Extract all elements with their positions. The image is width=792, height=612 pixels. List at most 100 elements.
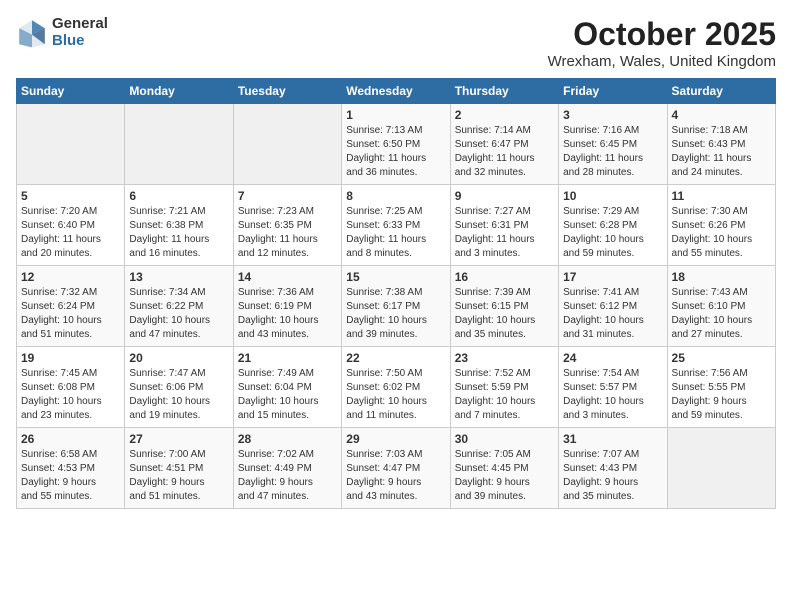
calendar-table: SundayMondayTuesdayWednesdayThursdayFrid… (16, 78, 776, 509)
day-info: Sunrise: 7:36 AM Sunset: 6:19 PM Dayligh… (238, 286, 337, 342)
day-number: 5 (21, 189, 120, 203)
day-info: Sunrise: 6:58 AM Sunset: 4:53 PM Dayligh… (21, 448, 120, 504)
calendar-cell (233, 104, 341, 185)
day-info: Sunrise: 7:00 AM Sunset: 4:51 PM Dayligh… (129, 448, 228, 504)
day-info: Sunrise: 7:38 AM Sunset: 6:17 PM Dayligh… (346, 286, 445, 342)
calendar-cell: 11Sunrise: 7:30 AM Sunset: 6:26 PM Dayli… (667, 185, 775, 266)
day-number: 13 (129, 270, 228, 284)
day-number: 20 (129, 351, 228, 365)
calendar-cell: 4 Sunrise: 7:18 AM Sunset: 6:43 PM Daylig… (667, 104, 775, 185)
day-info: Sunrise: 7:54 AM Sunset: 5:57 PM Dayligh… (563, 367, 662, 423)
day-number: 17 (563, 270, 662, 284)
day-info: Sunrise: 7:52 AM Sunset: 5:59 PM Dayligh… (455, 367, 554, 423)
calendar-cell: 25 Sunrise: 7:56 AM Sunset: 5:55 PM Dayli… (667, 347, 775, 428)
day-number: 26 (21, 432, 120, 446)
calendar-cell: 21 Sunrise: 7:49 AM Sunset: 6:04 PM Dayli… (233, 347, 341, 428)
day-info: Sunrise: 7:32 AM Sunset: 6:24 PM Dayligh… (21, 286, 120, 342)
day-number: 21 (238, 351, 337, 365)
day-info: Sunrise: 7:23 AM Sunset: 6:35 PM Dayligh… (238, 205, 337, 261)
day-number: 22 (346, 351, 445, 365)
day-number: 31 (563, 432, 662, 446)
calendar-cell: 10Sunrise: 7:29 AM Sunset: 6:28 PM Dayli… (559, 185, 667, 266)
calendar-cell: 16 Sunrise: 7:39 AM Sunset: 6:15 PM Dayli… (450, 266, 558, 347)
calendar-cell (125, 104, 233, 185)
day-info: Sunrise: 7:16 AM Sunset: 6:45 PM Dayligh… (563, 124, 662, 180)
calendar-week-5: 26 Sunrise: 6:58 AM Sunset: 4:53 PM Dayli… (17, 428, 776, 509)
day-info: Sunrise: 7:41 AM Sunset: 6:12 PM Dayligh… (563, 286, 662, 342)
calendar-cell: 22Sunrise: 7:50 AM Sunset: 6:02 PM Dayli… (342, 347, 450, 428)
day-number: 10 (563, 189, 662, 203)
calendar-cell: 24 Sunrise: 7:54 AM Sunset: 5:57 PM Dayli… (559, 347, 667, 428)
day-number: 25 (672, 351, 771, 365)
day-number: 9 (455, 189, 554, 203)
day-number: 4 (672, 108, 771, 122)
calendar-cell: 26 Sunrise: 6:58 AM Sunset: 4:53 PM Dayli… (17, 428, 125, 509)
calendar-cell: 7Sunrise: 7:23 AM Sunset: 6:35 PM Daylig… (233, 185, 341, 266)
day-number: 29 (346, 432, 445, 446)
calendar-cell: 5 Sunrise: 7:20 AM Sunset: 6:40 PM Daylig… (17, 185, 125, 266)
logo: General Blue (16, 16, 108, 49)
day-info: Sunrise: 7:20 AM Sunset: 6:40 PM Dayligh… (21, 205, 120, 261)
day-info: Sunrise: 7:49 AM Sunset: 6:04 PM Dayligh… (238, 367, 337, 423)
day-info: Sunrise: 7:34 AM Sunset: 6:22 PM Dayligh… (129, 286, 228, 342)
calendar-cell: 20Sunrise: 7:47 AM Sunset: 6:06 PM Dayli… (125, 347, 233, 428)
calendar-week-2: 5 Sunrise: 7:20 AM Sunset: 6:40 PM Daylig… (17, 185, 776, 266)
day-number: 16 (455, 270, 554, 284)
day-number: 6 (129, 189, 228, 203)
calendar-cell: 17 Sunrise: 7:41 AM Sunset: 6:12 PM Dayli… (559, 266, 667, 347)
column-header-wednesday: Wednesday (342, 79, 450, 104)
calendar-cell: 31 Sunrise: 7:07 AM Sunset: 4:43 PM Dayli… (559, 428, 667, 509)
day-info: Sunrise: 7:39 AM Sunset: 6:15 PM Dayligh… (455, 286, 554, 342)
month-title: October 2025 (548, 16, 776, 53)
day-number: 18 (672, 270, 771, 284)
calendar-cell: 9 Sunrise: 7:27 AM Sunset: 6:31 PM Daylig… (450, 185, 558, 266)
day-info: Sunrise: 7:14 AM Sunset: 6:47 PM Dayligh… (455, 124, 554, 180)
day-number: 3 (563, 108, 662, 122)
calendar-cell: 6 Sunrise: 7:21 AM Sunset: 6:38 PM Daylig… (125, 185, 233, 266)
column-header-tuesday: Tuesday (233, 79, 341, 104)
calendar-week-3: 12Sunrise: 7:32 AM Sunset: 6:24 PM Dayli… (17, 266, 776, 347)
day-number: 14 (238, 270, 337, 284)
day-info: Sunrise: 7:05 AM Sunset: 4:45 PM Dayligh… (455, 448, 554, 504)
column-header-thursday: Thursday (450, 79, 558, 104)
day-number: 19 (21, 351, 120, 365)
header-row: SundayMondayTuesdayWednesdayThursdayFrid… (17, 79, 776, 104)
day-number: 24 (563, 351, 662, 365)
page-header: General Blue October 2025 Wrexham, Wales… (16, 16, 776, 70)
day-info: Sunrise: 7:18 AM Sunset: 6:43 PM Dayligh… (672, 124, 771, 180)
calendar-cell: 14 Sunrise: 7:36 AM Sunset: 6:19 PM Dayli… (233, 266, 341, 347)
calendar-cell (17, 104, 125, 185)
day-info: Sunrise: 7:02 AM Sunset: 4:49 PM Dayligh… (238, 448, 337, 504)
column-header-friday: Friday (559, 79, 667, 104)
day-info: Sunrise: 7:13 AM Sunset: 6:50 PM Dayligh… (346, 124, 445, 180)
day-number: 28 (238, 432, 337, 446)
logo-general-text: General (52, 16, 108, 33)
day-number: 8 (346, 189, 445, 203)
calendar-cell: 13 Sunrise: 7:34 AM Sunset: 6:22 PM Dayli… (125, 266, 233, 347)
calendar-cell: 29 Sunrise: 7:03 AM Sunset: 4:47 PM Dayli… (342, 428, 450, 509)
day-number: 15 (346, 270, 445, 284)
day-info: Sunrise: 7:56 AM Sunset: 5:55 PM Dayligh… (672, 367, 771, 423)
logo-blue-text: Blue (52, 33, 108, 50)
logo-icon (16, 17, 48, 49)
day-info: Sunrise: 7:21 AM Sunset: 6:38 PM Dayligh… (129, 205, 228, 261)
day-info: Sunrise: 7:07 AM Sunset: 4:43 PM Dayligh… (563, 448, 662, 504)
day-info: Sunrise: 7:25 AM Sunset: 6:33 PM Dayligh… (346, 205, 445, 261)
calendar-cell: 3 Sunrise: 7:16 AM Sunset: 6:45 PM Daylig… (559, 104, 667, 185)
day-info: Sunrise: 7:03 AM Sunset: 4:47 PM Dayligh… (346, 448, 445, 504)
day-number: 1 (346, 108, 445, 122)
calendar-cell: 28 Sunrise: 7:02 AM Sunset: 4:49 PM Dayli… (233, 428, 341, 509)
calendar-cell: 2Sunrise: 7:14 AM Sunset: 6:47 PM Daylig… (450, 104, 558, 185)
day-number: 30 (455, 432, 554, 446)
column-header-saturday: Saturday (667, 79, 775, 104)
calendar-cell: 27Sunrise: 7:00 AM Sunset: 4:51 PM Dayli… (125, 428, 233, 509)
day-info: Sunrise: 7:27 AM Sunset: 6:31 PM Dayligh… (455, 205, 554, 261)
title-block: October 2025 Wrexham, Wales, United King… (548, 16, 776, 70)
day-info: Sunrise: 7:45 AM Sunset: 6:08 PM Dayligh… (21, 367, 120, 423)
day-number: 23 (455, 351, 554, 365)
calendar-week-1: 1 Sunrise: 7:13 AM Sunset: 6:50 PM Daylig… (17, 104, 776, 185)
column-header-monday: Monday (125, 79, 233, 104)
calendar-cell: 8 Sunrise: 7:25 AM Sunset: 6:33 PM Daylig… (342, 185, 450, 266)
calendar-cell: 18Sunrise: 7:43 AM Sunset: 6:10 PM Dayli… (667, 266, 775, 347)
calendar-week-4: 19 Sunrise: 7:45 AM Sunset: 6:08 PM Dayli… (17, 347, 776, 428)
